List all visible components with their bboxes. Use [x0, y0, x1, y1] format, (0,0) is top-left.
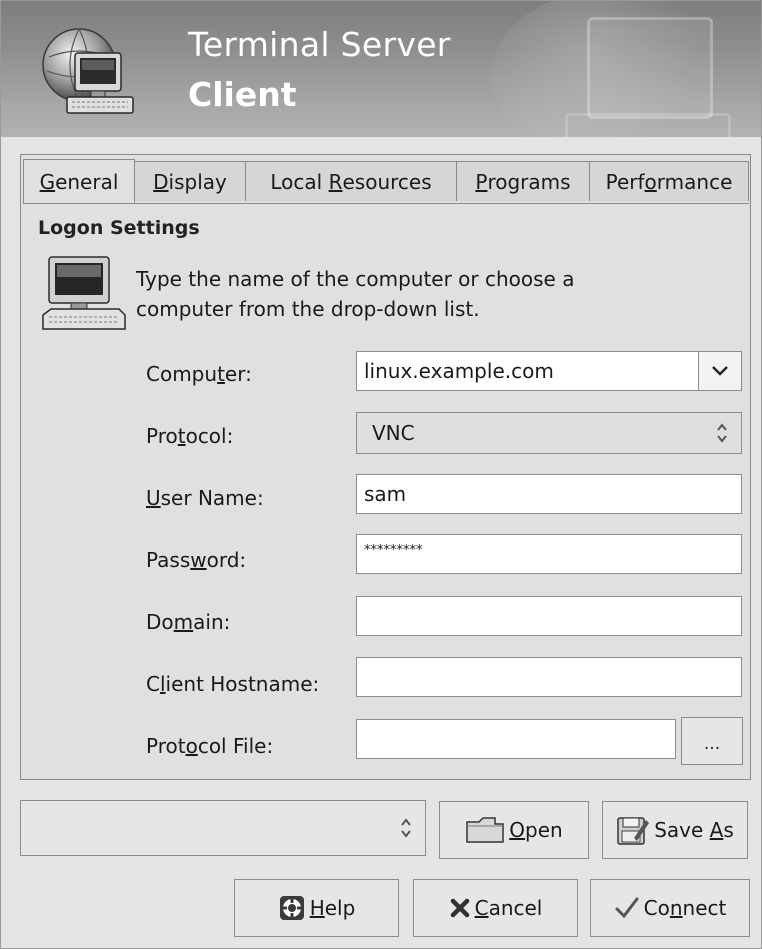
save-as-label: s — [723, 818, 734, 842]
computer-label-mnemonic: t — [217, 362, 225, 386]
saved-connection-combo[interactable] — [20, 800, 426, 856]
protocol-label-post: ocol: — [185, 424, 234, 448]
browse-label: ... — [703, 734, 721, 754]
protocol-file-label-mnemonic: o — [185, 734, 198, 758]
open-label-mnemonic: O — [509, 818, 526, 842]
connect-button[interactable]: Connect — [590, 879, 750, 937]
password-value: ********* — [364, 543, 423, 558]
help-button[interactable]: Help — [234, 879, 399, 937]
tab-general-mnemonic: G — [39, 169, 56, 194]
saved-connection-arrows-icon — [399, 817, 413, 839]
tab-programs-label: rograms — [487, 169, 571, 194]
cancel-label: ancel — [488, 896, 543, 920]
protocol-select-arrows-icon — [715, 422, 729, 444]
tab-general-label: eneral — [55, 169, 119, 194]
tab-display-label: isplay — [168, 169, 227, 194]
user-name-input[interactable]: sam — [356, 474, 742, 514]
tab-programs-mnemonic: P — [475, 169, 488, 194]
password-input[interactable]: ********* — [356, 534, 742, 574]
help-label: elp — [324, 896, 356, 920]
computer-value: linux.example.com — [364, 359, 554, 383]
protocol-label-mnemonic: t — [177, 424, 186, 448]
banner-watermark-keyboard — [565, 113, 731, 137]
terminal-computer-globe-icon — [42, 28, 134, 114]
protocol-value: VNC — [372, 421, 415, 445]
password-label: Password: — [146, 548, 246, 572]
user-name-label-post: ser Name: — [160, 486, 264, 510]
tab-general[interactable]: General — [23, 159, 135, 203]
tab-local-resources[interactable]: Local Resources — [245, 161, 457, 201]
save-disk-icon — [616, 814, 650, 846]
domain-input[interactable] — [356, 596, 742, 636]
tab-performance-label: rmance — [656, 169, 733, 194]
user-name-label: User Name: — [146, 486, 264, 510]
instructions-text: Type the name of the computer or choose … — [136, 264, 656, 324]
domain-label-mnemonic: m — [173, 610, 194, 634]
client-hostname-input[interactable] — [356, 657, 742, 697]
user-name-label-mnemonic: U — [146, 486, 161, 510]
protocol-file-label-pre: Prot — [146, 734, 186, 758]
connect-label-mnemonic: n — [669, 896, 683, 920]
window-title-line1: Terminal Server — [188, 25, 451, 64]
logon-settings-heading: Logon Settings — [38, 217, 200, 239]
tab-display[interactable]: Display — [134, 161, 246, 201]
open-button[interactable]: Open — [439, 801, 589, 859]
tab-local-resources-label-pre: Local — [270, 169, 329, 194]
terminal-server-client-window: Terminal Server Client General Display L… — [0, 0, 762, 949]
domain-label: Domain: — [146, 610, 230, 634]
tab-display-mnemonic: D — [153, 169, 169, 194]
connect-label: nect — [682, 896, 727, 920]
check-icon — [614, 895, 640, 921]
tab-local-resources-label: esources — [342, 169, 432, 194]
protocol-select[interactable]: VNC — [356, 412, 742, 454]
user-name-value: sam — [364, 482, 407, 506]
tab-bar: General Display Local Resources Programs… — [23, 159, 749, 203]
banner: Terminal Server Client — [1, 1, 761, 137]
tab-performance-label-pre: Perf — [605, 169, 645, 194]
computer-dropdown-button[interactable] — [698, 351, 742, 391]
computer-label-pre: Compu — [146, 362, 218, 386]
protocol-label: Protocol: — [146, 424, 233, 448]
protocol-file-input[interactable] — [356, 719, 676, 759]
protocol-file-label-post: col File: — [197, 734, 274, 758]
cancel-button[interactable]: Cancel — [413, 879, 578, 937]
domain-label-post: ain: — [193, 610, 231, 634]
password-label-post: ord: — [206, 548, 247, 572]
cancel-label-mnemonic: C — [474, 896, 489, 920]
window-title-line2: Client — [188, 75, 297, 114]
protocol-label-pre: Pro — [146, 424, 178, 448]
password-label-mnemonic: w — [190, 548, 207, 572]
help-lifebuoy-icon — [278, 894, 306, 922]
chevron-down-icon — [712, 366, 728, 376]
client-hostname-label: Client Hostname: — [146, 672, 319, 696]
computer-input[interactable]: linux.example.com — [356, 351, 700, 391]
computer-icon — [42, 256, 126, 330]
password-label-pre: Pass — [146, 548, 191, 572]
open-label: pen — [525, 818, 563, 842]
computer-label: Computer: — [146, 362, 252, 386]
protocol-file-label: Protocol File: — [146, 734, 273, 758]
folder-icon — [465, 816, 505, 844]
banner-watermark-monitor — [587, 17, 713, 119]
cancel-x-icon — [449, 897, 471, 919]
tab-performance-mnemonic: o — [644, 169, 657, 194]
computer-label-post: er: — [224, 362, 252, 386]
save-as-label-mnemonic: A — [709, 818, 724, 842]
save-as-label-pre: Save — [654, 818, 710, 842]
instructions-line2: computer from the drop-down list. — [136, 297, 480, 321]
tab-performance[interactable]: Perf o rmance — [589, 161, 749, 201]
protocol-file-browse-button[interactable]: ... — [681, 717, 743, 765]
tab-programs[interactable]: Programs — [456, 161, 590, 201]
tab-local-resources-mnemonic: R — [328, 169, 343, 194]
client-hostname-label-post: ient Hostname: — [165, 672, 320, 696]
help-label-mnemonic: H — [309, 896, 325, 920]
domain-label-pre: Do — [146, 610, 174, 634]
client-hostname-label-pre: C — [146, 672, 160, 696]
instructions-line1: Type the name of the computer or choose … — [136, 267, 575, 291]
save-as-button[interactable]: Save As — [602, 801, 748, 859]
connect-label-pre: Co — [643, 896, 670, 920]
